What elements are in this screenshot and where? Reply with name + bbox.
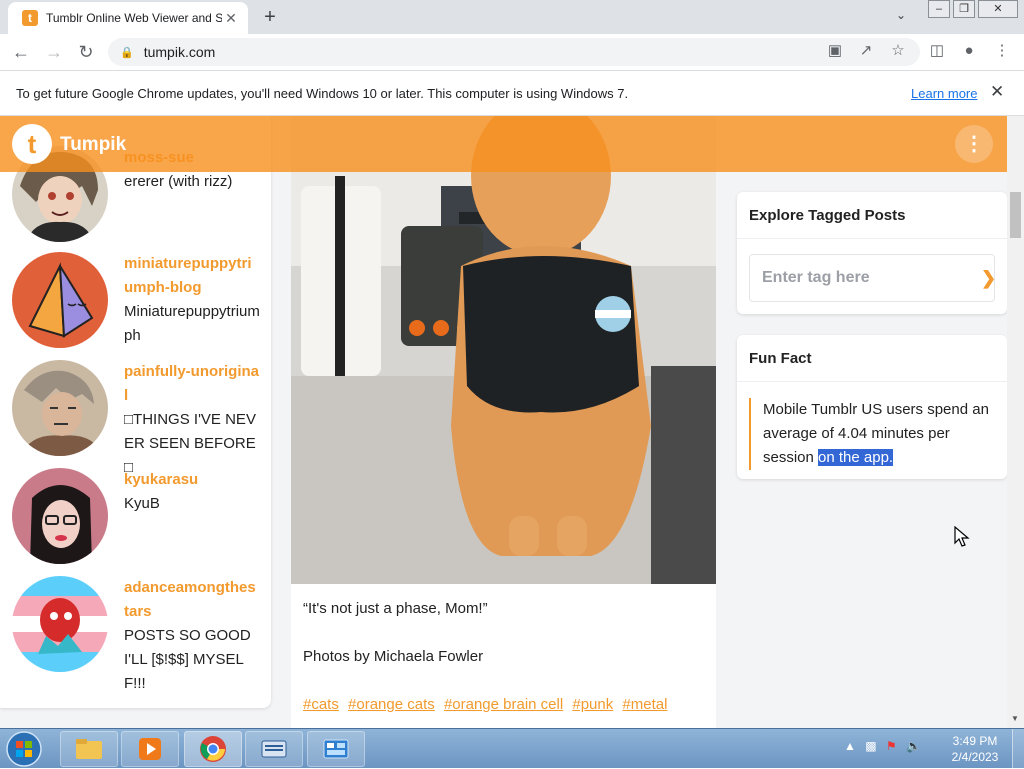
taskbar-keyboard-button[interactable] [245, 731, 303, 767]
blog-item[interactable]: miniaturepuppytriumph-blog Miniaturepupp… [12, 252, 260, 348]
fun-fact-selected-text: on the app. [818, 449, 894, 466]
blog-description: POSTS SO GOOD I'LL [$!$$] MYSELF!!! [124, 627, 251, 692]
bookmark-star-icon[interactable]: ☆ [887, 40, 909, 62]
page-scrollbar[interactable]: ▼ [1007, 116, 1024, 728]
blog-item[interactable]: kyukarasu KyuB [12, 468, 260, 564]
forward-arrow-icon[interactable]: → [42, 40, 66, 64]
taskbar-control-panel-button[interactable] [307, 731, 365, 767]
system-tray: ▲ ▩ ⚑ 🔈 [844, 739, 921, 753]
infobar-message: To get future Google Chrome updates, you… [16, 86, 629, 101]
tag-search-box: ❯ [749, 254, 996, 302]
blog-description: Miniaturepuppytriumph [124, 303, 260, 344]
blog-name[interactable]: miniaturepuppytriumph-blog [124, 252, 260, 300]
more-options-icon[interactable]: ⋮ [955, 125, 993, 163]
blog-name[interactable]: adanceamongthestars [124, 576, 260, 624]
blog-list-card: moss-sue ererer (with rizz) miniaturepup… [0, 116, 271, 708]
control-panel-icon [323, 739, 349, 759]
blog-item[interactable]: painfully-unoriginal □THINGS I'VE NEVER … [12, 360, 260, 480]
infobar-close-icon[interactable]: ✕ [990, 82, 1004, 102]
profile-avatar-icon[interactable]: ● [958, 40, 980, 62]
taskbar-media-player-button[interactable] [121, 731, 179, 767]
url-text: tumpik.com [143, 44, 216, 60]
tag-link[interactable]: #cats [303, 696, 339, 713]
blog-name[interactable]: kyukarasu [124, 468, 260, 492]
fun-fact-title: Fun Fact [737, 335, 1007, 382]
site-header: t Tumpik ⋮ [0, 116, 1007, 172]
fun-fact-card: Fun Fact Mobile Tumblr US users spend an… [737, 335, 1007, 479]
scrollbar-thumb[interactable] [1010, 192, 1021, 238]
avatar[interactable] [12, 252, 108, 348]
side-panel-icon[interactable]: ◫ [926, 40, 948, 62]
windows-start-button[interactable] [4, 730, 44, 768]
tab-strip: t Tumblr Online Web Viewer and S ✕ + ⌄ –… [0, 0, 1024, 34]
tag-search-input[interactable] [762, 269, 981, 287]
update-infobar: To get future Google Chrome updates, you… [0, 71, 1024, 116]
fun-fact-text: Mobile Tumblr US users spend an average … [749, 398, 993, 470]
tag-link[interactable]: #metal [622, 696, 667, 713]
avatar[interactable] [12, 468, 108, 564]
windows-taskbar: ▲ ▩ ⚑ 🔈 3:49 PM 2/4/2023 [0, 728, 1024, 769]
folder-icon [76, 739, 102, 759]
blog-name[interactable]: painfully-unoriginal [124, 360, 260, 408]
scroll-down-arrow-icon[interactable]: ▼ [1011, 714, 1019, 723]
network-icon[interactable]: ▩ [865, 739, 876, 753]
reload-icon[interactable]: ↻ [74, 40, 98, 64]
tab-title: Tumblr Online Web Viewer and S [46, 11, 222, 25]
page-viewport: moss-sue ererer (with rizz) miniaturepup… [0, 116, 1024, 728]
explore-card-title: Explore Tagged Posts [737, 192, 1007, 239]
blog-item[interactable]: adanceamongthestars POSTS SO GOOD I'LL [… [12, 576, 260, 696]
blog-description: ererer (with rizz) [124, 173, 233, 190]
tag-link[interactable]: #orange brain cell [444, 696, 563, 713]
learn-more-link[interactable]: Learn more [911, 86, 977, 101]
new-tab-button[interactable]: + [258, 6, 282, 30]
restore-window-button[interactable]: ❐ [953, 0, 975, 18]
blocked-popup-icon[interactable]: ▣ [824, 40, 846, 62]
blog-description: KyuB [124, 495, 160, 512]
post-photo[interactable] [291, 116, 716, 584]
tumpik-favicon-icon: t [22, 10, 38, 26]
post-caption-quote: “It's not just a phase, Mom!” [303, 600, 488, 617]
taskbar-chrome-button[interactable] [184, 731, 242, 767]
tag-link[interactable]: #orange cats [348, 696, 435, 713]
avatar[interactable] [12, 360, 108, 456]
browser-toolbar: ← → ↻ 🔒 tumpik.com ▣ ↗ ☆ ◫ ● ⋮ [0, 34, 1024, 71]
site-brand-name[interactable]: Tumpik [60, 134, 126, 156]
action-center-flag-icon[interactable]: ⚑ [886, 739, 897, 753]
taskbar-clock[interactable]: 3:49 PM 2/4/2023 [948, 733, 1002, 765]
chrome-menu-icon[interactable]: ⋮ [991, 40, 1013, 62]
chrome-icon [200, 736, 226, 762]
minimize-window-button[interactable]: – [928, 0, 950, 18]
taskbar-explorer-button[interactable] [60, 731, 118, 767]
tumpik-logo-icon[interactable]: t [12, 124, 52, 164]
keyboard-icon [261, 740, 287, 758]
address-bar[interactable]: 🔒 tumpik.com [108, 38, 920, 66]
mouse-cursor-icon [954, 526, 970, 547]
explore-tagged-posts-card: Explore Tagged Posts ❯ [737, 192, 1007, 314]
clock-time: 3:49 PM [952, 734, 998, 748]
close-window-button[interactable]: ✕ [978, 0, 1018, 18]
clock-date: 2/4/2023 [951, 750, 999, 764]
volume-icon[interactable]: 🔈 [906, 739, 921, 753]
post-caption-credit: Photos by Michaela Fowler [303, 648, 484, 665]
show-hidden-icons-arrow-icon[interactable]: ▲ [844, 739, 856, 753]
lock-icon[interactable]: 🔒 [120, 46, 134, 59]
media-player-icon [139, 738, 161, 760]
chevron-right-icon[interactable]: ❯ [981, 268, 996, 289]
post-card: “It's not just a phase, Mom!” Photos by … [291, 116, 716, 728]
tab-search-chevron-icon[interactable]: ⌄ [896, 8, 906, 22]
tag-link[interactable]: #punk [572, 696, 613, 713]
share-icon[interactable]: ↗ [855, 40, 877, 62]
back-arrow-icon[interactable]: ← [9, 40, 33, 64]
browser-tab-active[interactable]: t Tumblr Online Web Viewer and S ✕ [8, 2, 248, 34]
post-tags: #cats #orange cats #orange brain cell #p… [303, 696, 672, 713]
avatar[interactable] [12, 576, 108, 672]
show-desktop-button[interactable] [1012, 729, 1024, 769]
close-tab-icon[interactable]: ✕ [222, 10, 240, 27]
